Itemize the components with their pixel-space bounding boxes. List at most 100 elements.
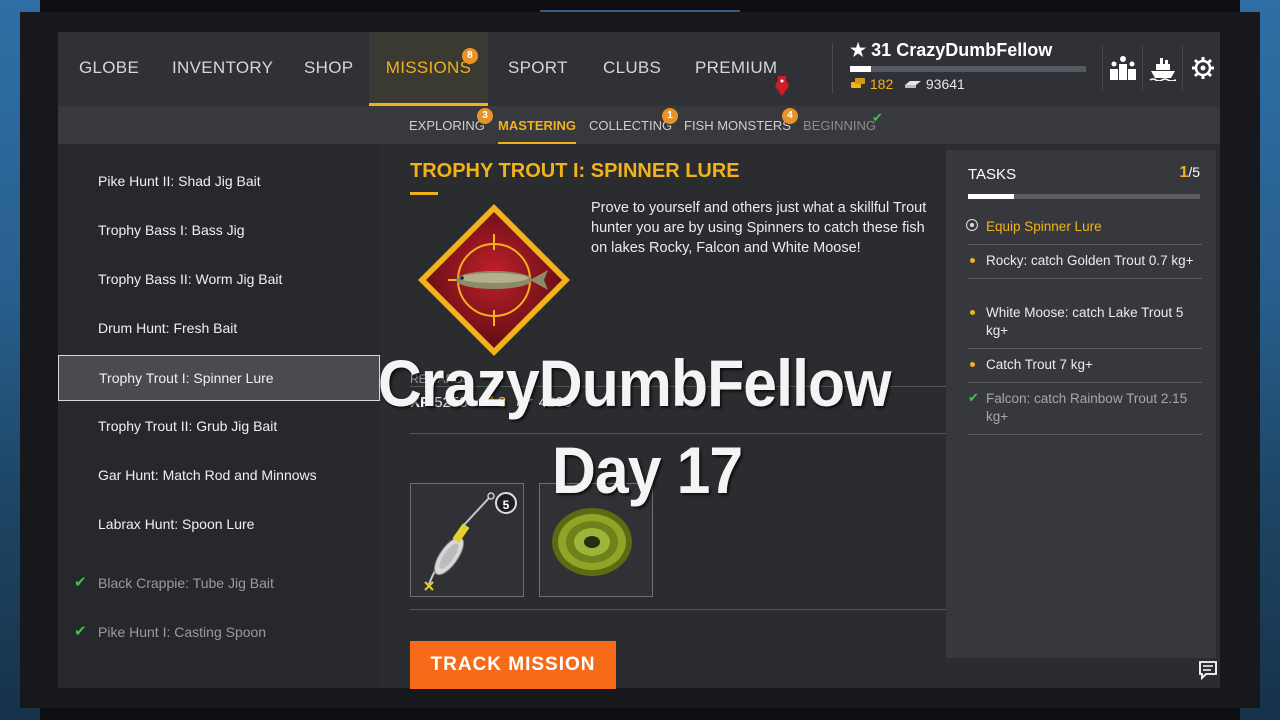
- completed-check-icon: ✔: [872, 110, 883, 125]
- tab-exploring-label: EXPLORING: [409, 118, 485, 133]
- mission-item-label: Pike Hunt I: Casting Spoon: [98, 624, 267, 640]
- leaderboard-icon: [1110, 56, 1136, 80]
- mission-item-selected[interactable]: Trophy Trout I: Spinner Lure: [58, 355, 380, 401]
- mission-list: Pike Hunt II: Shad Jig Bait Trophy Bass …: [58, 144, 380, 688]
- tab-beginning-label: BEGINNING: [803, 118, 876, 133]
- top-nav: GLOBE INVENTORY SHOP MISSIONS 8 SPORT CL…: [58, 32, 1220, 106]
- silver-bars-icon: [905, 81, 921, 88]
- mission-item[interactable]: Trophy Bass I: Bass Jig: [58, 207, 380, 253]
- task-item: Rocky: catch Golden Trout 0.7 kg+: [968, 244, 1202, 279]
- nav-shop[interactable]: SHOP: [304, 32, 353, 106]
- tasks-panel: TASKS 1/5 Equip Spinner Lure Rocky: catc…: [946, 150, 1216, 658]
- nav-clubs[interactable]: CLUBS: [603, 32, 661, 106]
- task-label: Catch Trout 7 kg+: [986, 357, 1093, 372]
- bullet-icon: [970, 362, 975, 367]
- nav-divider: [832, 44, 833, 94]
- watermark-day-label: Day 17: [552, 433, 743, 507]
- ship-button[interactable]: [1142, 46, 1183, 90]
- check-icon: ✔: [74, 574, 87, 591]
- reward-item-spinner[interactable]: 5: [410, 483, 524, 597]
- task-item: Catch Trout 7 kg+: [968, 348, 1202, 383]
- silver-amount: 93641: [925, 76, 965, 92]
- mission-item-label: Black Crappie: Tube Jig Bait: [98, 575, 274, 591]
- tab-mastering[interactable]: MASTERING: [498, 106, 576, 144]
- mission-title: TROPHY TROUT I: SPINNER LURE: [410, 160, 740, 182]
- nav-sport[interactable]: SPORT: [508, 32, 568, 106]
- mission-item-completed[interactable]: ✔ Pike Hunt I: Casting Spoon: [58, 609, 380, 655]
- mission-item[interactable]: Drum Hunt: Fresh Bait: [58, 305, 380, 351]
- nav-missions-label: MISSIONS: [385, 58, 472, 77]
- task-label: Equip Spinner Lure: [986, 219, 1102, 234]
- top-glow: [540, 10, 740, 12]
- task-item: White Moose: catch Lake Trout 5 kg+: [968, 296, 1202, 349]
- bullet-icon: [970, 258, 975, 263]
- nav-globe[interactable]: GLOBE: [79, 32, 139, 106]
- title-underline: [410, 192, 438, 195]
- item-quantity-badge: 5: [495, 492, 517, 514]
- sale-tag-icon: [775, 76, 789, 96]
- collecting-badge: 1: [662, 108, 678, 124]
- tasks-count: 1/5: [1179, 164, 1200, 182]
- mission-item-label: Gar Hunt: Match Rod and Minnows: [98, 467, 317, 483]
- gold-coins-icon: [851, 78, 865, 88]
- nav-missions[interactable]: MISSIONS 8: [369, 32, 488, 106]
- settings-button[interactable]: [1182, 46, 1223, 90]
- fish-monsters-badge: 4: [782, 108, 798, 124]
- mission-item[interactable]: Gar Hunt: Match Rod and Minnows: [58, 452, 380, 498]
- tab-exploring[interactable]: EXPLORING 3: [409, 106, 493, 144]
- mission-item[interactable]: Trophy Bass II: Worm Jig Bait: [58, 256, 380, 302]
- ship-icon: [1149, 58, 1177, 81]
- tab-fish-monsters[interactable]: FISH MONSTERS 4: [684, 106, 798, 144]
- xp-progress-bar: [850, 66, 1086, 72]
- mission-item-label: Drum Hunt: Fresh Bait: [98, 320, 238, 336]
- tab-beginning[interactable]: BEGINNING ✔: [803, 106, 883, 144]
- mission-item[interactable]: Trophy Trout II: Grub Jig Bait: [58, 403, 380, 449]
- player-info: ★ 31 CrazyDumbFellow 182 93641: [850, 40, 1090, 100]
- check-icon: ✔: [74, 623, 87, 640]
- watermark-channel-name: CrazyDumbFellow: [378, 346, 891, 420]
- task-item-current: Equip Spinner Lure: [966, 210, 1202, 245]
- settings-icon: [1192, 57, 1214, 79]
- mission-item[interactable]: Pike Hunt II: Shad Jig Bait: [58, 158, 380, 204]
- xp-progress-fill: [850, 66, 872, 72]
- mission-item-label: Trophy Trout I: Spinner Lure: [99, 370, 274, 386]
- tasks-progress-bar: [968, 194, 1200, 199]
- mission-item-label: Trophy Bass I: Bass Jig: [98, 222, 245, 238]
- mission-item-label: Labrax Hunt: Spoon Lure: [98, 516, 255, 532]
- mission-item-label: Trophy Bass II: Worm Jig Bait: [98, 271, 283, 287]
- mission-item-label: Pike Hunt II: Shad Jig Bait: [98, 173, 261, 189]
- tab-collecting[interactable]: COLLECTING 1: [589, 106, 678, 144]
- tasks-progress-fill: [968, 194, 1015, 199]
- track-mission-button[interactable]: TRACK MISSION: [410, 641, 616, 689]
- leaderboard-button[interactable]: [1102, 46, 1143, 90]
- player-level: 31: [871, 40, 892, 60]
- tasks-total: /5: [1188, 164, 1200, 180]
- nav-premium-label: PREMIUM: [695, 58, 778, 77]
- nav-premium[interactable]: PREMIUM: [695, 32, 789, 106]
- gold-amount: 182: [869, 76, 894, 92]
- mission-item-label: Trophy Trout II: Grub Jig Bait: [98, 418, 278, 434]
- player-name-line: ★ 31 CrazyDumbFellow: [850, 40, 1052, 61]
- bullet-icon: [970, 310, 975, 315]
- tasks-completed: 1: [1179, 164, 1189, 181]
- mission-emblem-icon: [418, 204, 570, 356]
- task-item-completed: ✔ Falcon: catch Rainbow Trout 2.15 kg+: [968, 382, 1202, 435]
- tasks-heading: TASKS: [968, 166, 1017, 183]
- task-label: Rocky: catch Golden Trout 0.7 kg+: [986, 253, 1194, 268]
- category-tabs: EXPLORING 3 MASTERING COLLECTING 1 FISH …: [58, 106, 1220, 144]
- mission-item-completed[interactable]: ✔ Black Crappie: Tube Jig Bait: [58, 560, 380, 606]
- missions-count-badge: 8: [462, 48, 478, 64]
- star-icon: ★: [850, 40, 867, 60]
- task-label: White Moose: catch Lake Trout 5 kg+: [986, 305, 1184, 338]
- player-name: CrazyDumbFellow: [896, 40, 1053, 60]
- divider: [410, 609, 947, 610]
- nav-inventory[interactable]: INVENTORY: [172, 32, 273, 106]
- tab-collecting-label: COLLECTING: [589, 118, 673, 133]
- tab-fish-monsters-label: FISH MONSTERS: [684, 118, 791, 133]
- exploring-badge: 3: [477, 108, 493, 124]
- chat-icon[interactable]: [1198, 660, 1218, 680]
- mission-description: Prove to yourself and others just what a…: [591, 200, 927, 256]
- mission-item[interactable]: Labrax Hunt: Spoon Lure: [58, 501, 380, 547]
- target-icon: [966, 219, 978, 231]
- gold-currency: 182: [850, 76, 893, 92]
